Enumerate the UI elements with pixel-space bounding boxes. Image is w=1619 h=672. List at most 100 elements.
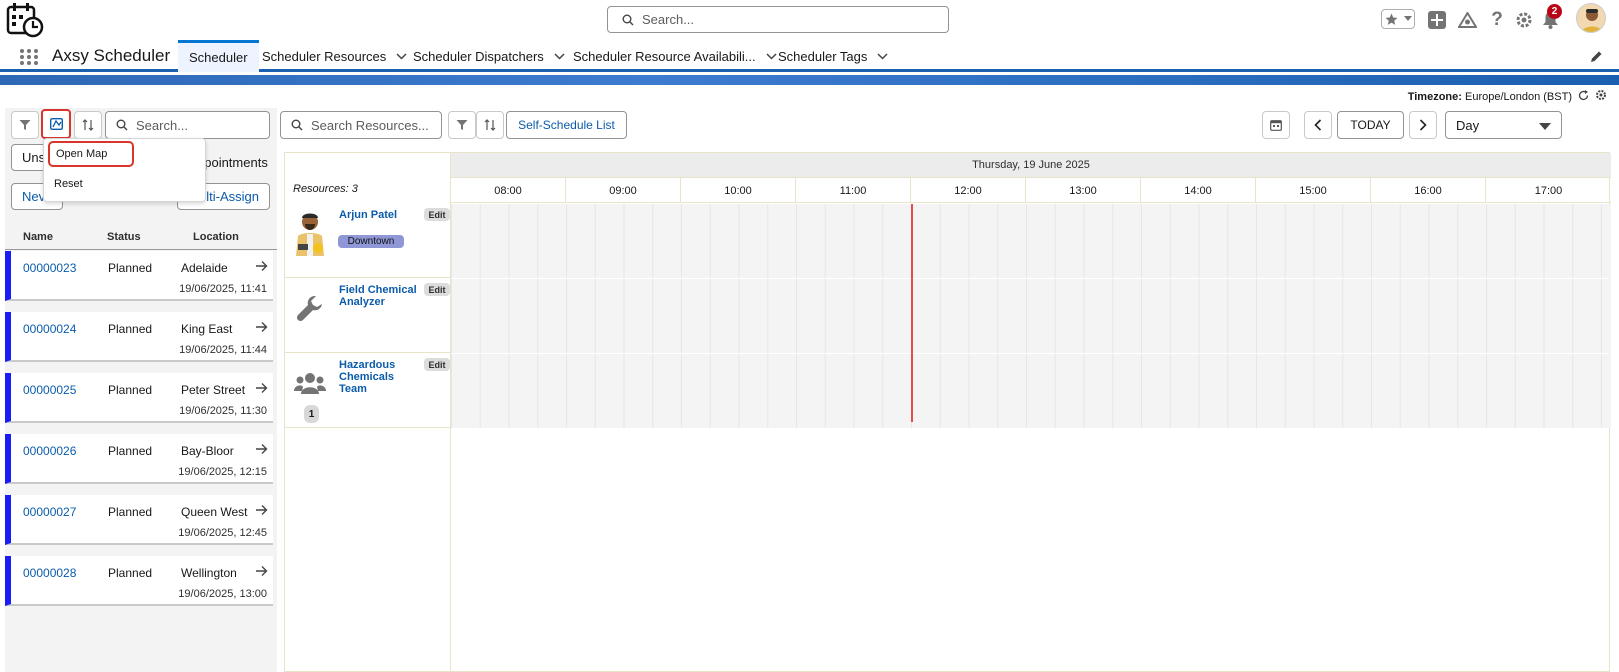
appointment-search-input[interactable]: Search... (105, 111, 270, 139)
edit-nav-pencil-icon[interactable] (1590, 50, 1603, 66)
resource-sort-button[interactable] (476, 111, 504, 139)
appointment-id-link[interactable]: 00000025 (23, 383, 76, 397)
map-button[interactable] (41, 109, 71, 139)
chevron-down-icon[interactable] (766, 52, 777, 60)
resource-edit-button[interactable]: Edit (424, 283, 450, 296)
today-button[interactable]: TODAY (1337, 111, 1404, 139)
previous-day-button[interactable] (1304, 111, 1332, 139)
timezone-value: Europe/London (BST) (1464, 90, 1572, 103)
resource-avatar (289, 210, 331, 256)
new-button-label: Nev (22, 189, 46, 204)
hour-label: 10:00 (681, 178, 796, 203)
arrow-right-icon[interactable] (255, 443, 268, 458)
appointment-row[interactable]: 00000025 Planned Peter Street 19/06/2025… (5, 373, 273, 423)
view-select-value: Day (1456, 117, 1480, 133)
trailhead-icon[interactable] (1457, 10, 1477, 30)
arrow-right-icon[interactable] (255, 504, 268, 519)
resource-search-input[interactable]: Search Resources... (280, 111, 442, 139)
app-name: Axsy Scheduler (52, 46, 171, 65)
arrow-right-icon[interactable] (255, 321, 268, 336)
hour-label: 13:00 (1026, 178, 1141, 203)
appointment-row[interactable]: 00000024 Planned King East 19/06/2025, 1… (5, 312, 273, 362)
tab-scheduler-resource-availability-label: Scheduler Resource Availabili... (573, 48, 756, 64)
open-map-menu-item[interactable]: Open Map (48, 141, 134, 167)
resource-name-link[interactable]: Field Chemical Analyzer (339, 284, 423, 308)
tab-scheduler[interactable]: Scheduler (178, 40, 259, 72)
help-icon[interactable]: ? (1487, 9, 1507, 30)
resource-filter-button[interactable] (448, 111, 476, 139)
tab-scheduler-resource-availability[interactable]: Scheduler Resource Availabili... (573, 40, 777, 72)
resource-edit-button[interactable]: Edit (424, 358, 450, 371)
global-search-placeholder: Search... (642, 12, 695, 27)
caret-down-icon (1539, 123, 1551, 130)
appointment-id-link[interactable]: 00000023 (23, 261, 76, 275)
appointment-row[interactable]: 00000028 Planned Wellington 19/06/2025, … (5, 556, 273, 606)
appointment-id-link[interactable]: 00000024 (23, 322, 76, 336)
appointment-location: Peter Street (181, 383, 246, 397)
appointment-datetime: 19/06/2025, 11:41 (179, 283, 267, 295)
chevron-left-icon (1314, 119, 1322, 131)
tab-scheduler-resources[interactable]: Scheduler Resources (262, 40, 407, 72)
chevron-down-icon[interactable] (396, 52, 407, 60)
notification-badge: 2 (1547, 4, 1562, 19)
chevron-down-icon[interactable] (877, 52, 888, 60)
calendar-clock-logo-icon[interactable] (6, 2, 44, 38)
appointment-status: Planned (108, 383, 153, 397)
appointment-id-link[interactable]: 00000027 (23, 505, 76, 519)
resource-edit-button[interactable]: Edit (424, 208, 450, 221)
arrow-right-icon[interactable] (255, 260, 268, 275)
global-search-input[interactable]: Search... (607, 6, 949, 33)
hour-label: 17:00 (1534, 184, 1563, 197)
add-icon[interactable] (1427, 10, 1447, 30)
self-schedule-label: Self-Schedule List (518, 118, 615, 132)
resource-search-placeholder: Search Resources... (311, 117, 429, 133)
hour-label: 11:00 (796, 178, 911, 203)
hour-label: 14:00 (1141, 178, 1256, 203)
gear-icon[interactable] (1514, 10, 1534, 30)
wrench-icon (289, 285, 331, 331)
arrow-right-icon[interactable] (255, 382, 268, 397)
hour-label: 09:00 (566, 178, 681, 203)
settings-gear-icon[interactable] (1595, 89, 1607, 104)
tab-scheduler-tags[interactable]: Scheduler Tags (778, 40, 888, 72)
resource-timeline[interactable] (451, 354, 1611, 428)
app-launcher-icon[interactable] (19, 48, 39, 66)
appointment-row[interactable]: 00000027 Planned Queen West 19/06/2025, … (5, 495, 273, 545)
team-icon (289, 360, 331, 406)
next-day-button[interactable] (1409, 111, 1437, 139)
view-select[interactable]: Day (1445, 111, 1562, 139)
sort-button[interactable] (74, 111, 102, 139)
refresh-icon[interactable] (1578, 89, 1589, 104)
filter-button[interactable] (11, 111, 39, 139)
arrow-right-icon[interactable] (255, 565, 268, 580)
team-member-count-badge: 1 (304, 405, 319, 423)
appointment-id-link[interactable]: 00000028 (23, 566, 76, 580)
hour-label: 16:00 (1371, 178, 1486, 203)
appointments-toggle-label[interactable]: ppointments (197, 155, 268, 170)
resource-name-link[interactable]: Arjun Patel (339, 209, 423, 221)
appointment-row[interactable]: 00000026 Planned Bay-Bloor 19/06/2025, 1… (5, 434, 273, 484)
column-header-status[interactable]: Status (107, 231, 141, 243)
global-header: Search... ? 2 (0, 0, 1619, 40)
date-header: Thursday, 19 June 2025 (451, 153, 1611, 178)
reset-menu-item[interactable]: Reset (48, 171, 83, 197)
column-header-name[interactable]: Name (23, 231, 53, 243)
resources-count: Resources: 3 (293, 183, 358, 195)
resource-timeline[interactable] (451, 204, 1611, 278)
resource-toolbar: Search Resources... Self-Schedule List T… (277, 108, 1615, 146)
user-avatar[interactable] (1576, 3, 1606, 33)
tab-scheduler-dispatchers[interactable]: Scheduler Dispatchers (413, 40, 565, 72)
column-header-location[interactable]: Location (193, 231, 239, 243)
resource-row: Field Chemical Analyzer Edit (285, 279, 1611, 353)
appointment-row[interactable]: 00000023 Planned Adelaide 19/06/2025, 11… (5, 251, 273, 301)
self-schedule-list-button[interactable]: Self-Schedule List (506, 111, 627, 139)
scheduler-main: Timezone: Europe/London (BST) Search... … (5, 85, 1615, 672)
date-picker-button[interactable] (1262, 111, 1290, 139)
chevron-down-icon[interactable] (554, 52, 565, 60)
resource-timeline[interactable] (451, 279, 1611, 353)
hour-label: 12:00 (911, 178, 1026, 203)
favorites-button[interactable] (1381, 9, 1415, 29)
resource-name-link[interactable]: Hazardous Chemicals Team (339, 359, 423, 395)
appointment-id-link[interactable]: 00000026 (23, 444, 76, 458)
map-dropdown-menu: Open Map Reset (43, 138, 206, 202)
